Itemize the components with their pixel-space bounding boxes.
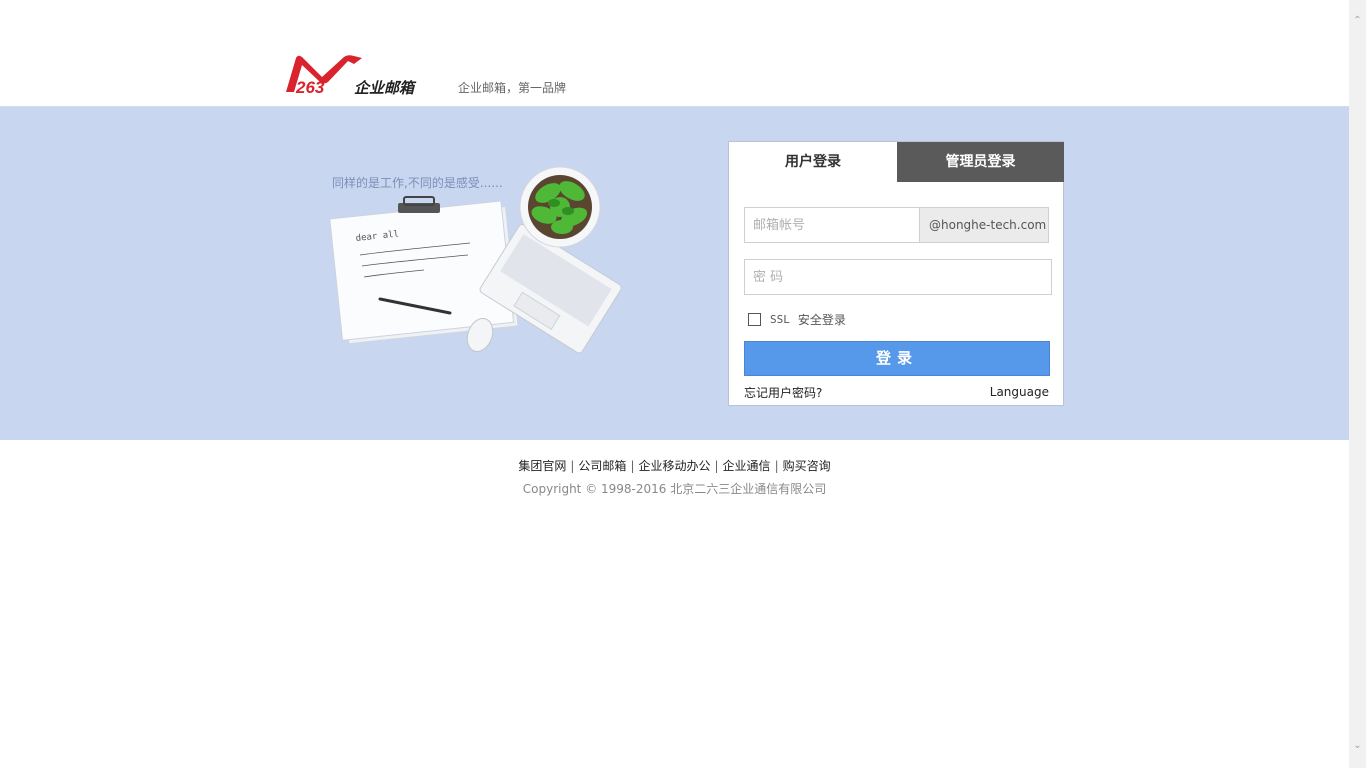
footer-link-group-site[interactable]: 集团官网 — [518, 459, 566, 473]
password-input[interactable] — [745, 260, 1051, 294]
scroll-up-icon[interactable]: ⌃ — [1349, 12, 1366, 29]
ssl-option: SSL 安全登录 — [748, 311, 846, 327]
header: 263 企业邮箱 企业邮箱，第一品牌 — [0, 0, 1349, 107]
forgot-password-link[interactable]: 忘记用户密码? — [744, 384, 822, 401]
scrollbar-track[interactable] — [1349, 29, 1366, 735]
login-panel: 用户登录 管理员登录 @honghe-tech.com SSL 安全登录 登录 … — [728, 141, 1064, 406]
desk-illustration: dear all — [329, 166, 622, 354]
footer-links: 集团官网 | 公司邮箱 | 企业移动办公 | 企业通信 | 购买咨询 — [518, 459, 831, 473]
brand-logo[interactable]: 263 企业邮箱 — [284, 52, 436, 96]
password-field-wrapper — [744, 259, 1052, 295]
email-domain: @honghe-tech.com — [919, 207, 1049, 243]
footer-link-company-mail[interactable]: 公司邮箱 — [578, 459, 626, 473]
banner — [0, 107, 1349, 440]
ssl-prefix: SSL — [770, 312, 790, 326]
footer-link-enterprise-comm[interactable]: 企业通信 — [723, 459, 771, 473]
scroll-down-icon[interactable]: ⌄ — [1349, 737, 1366, 754]
ssl-checkbox[interactable] — [748, 312, 761, 326]
copyright: Copyright © 1998-2016 北京二六三企业通信有限公司 — [522, 482, 827, 496]
ssl-label: 安全登录 — [797, 312, 846, 327]
email-input[interactable] — [745, 208, 920, 242]
tab-admin-login[interactable]: 管理员登录 — [897, 142, 1064, 182]
language-link[interactable]: Language — [990, 385, 1049, 399]
footer-link-mobile-office[interactable]: 企业移动办公 — [638, 459, 710, 473]
footer-link-purchase[interactable]: 购买咨询 — [783, 459, 831, 473]
login-page: 263 企业邮箱 企业邮箱，第一品牌 dear all 同样的是工作,不同的是感… — [0, 0, 1349, 768]
svg-text:263: 263 — [295, 78, 325, 96]
svg-text:企业邮箱: 企业邮箱 — [354, 79, 417, 96]
login-button[interactable]: 登录 — [744, 341, 1050, 376]
vertical-scrollbar[interactable]: ⌃ ⌄ — [1349, 0, 1366, 768]
slogan: 企业邮箱，第一品牌 — [458, 81, 567, 95]
email-field-wrapper — [744, 207, 920, 243]
banner-tagline: 同样的是工作,不同的是感受...... — [332, 176, 503, 190]
tab-user-login[interactable]: 用户登录 — [729, 142, 897, 182]
